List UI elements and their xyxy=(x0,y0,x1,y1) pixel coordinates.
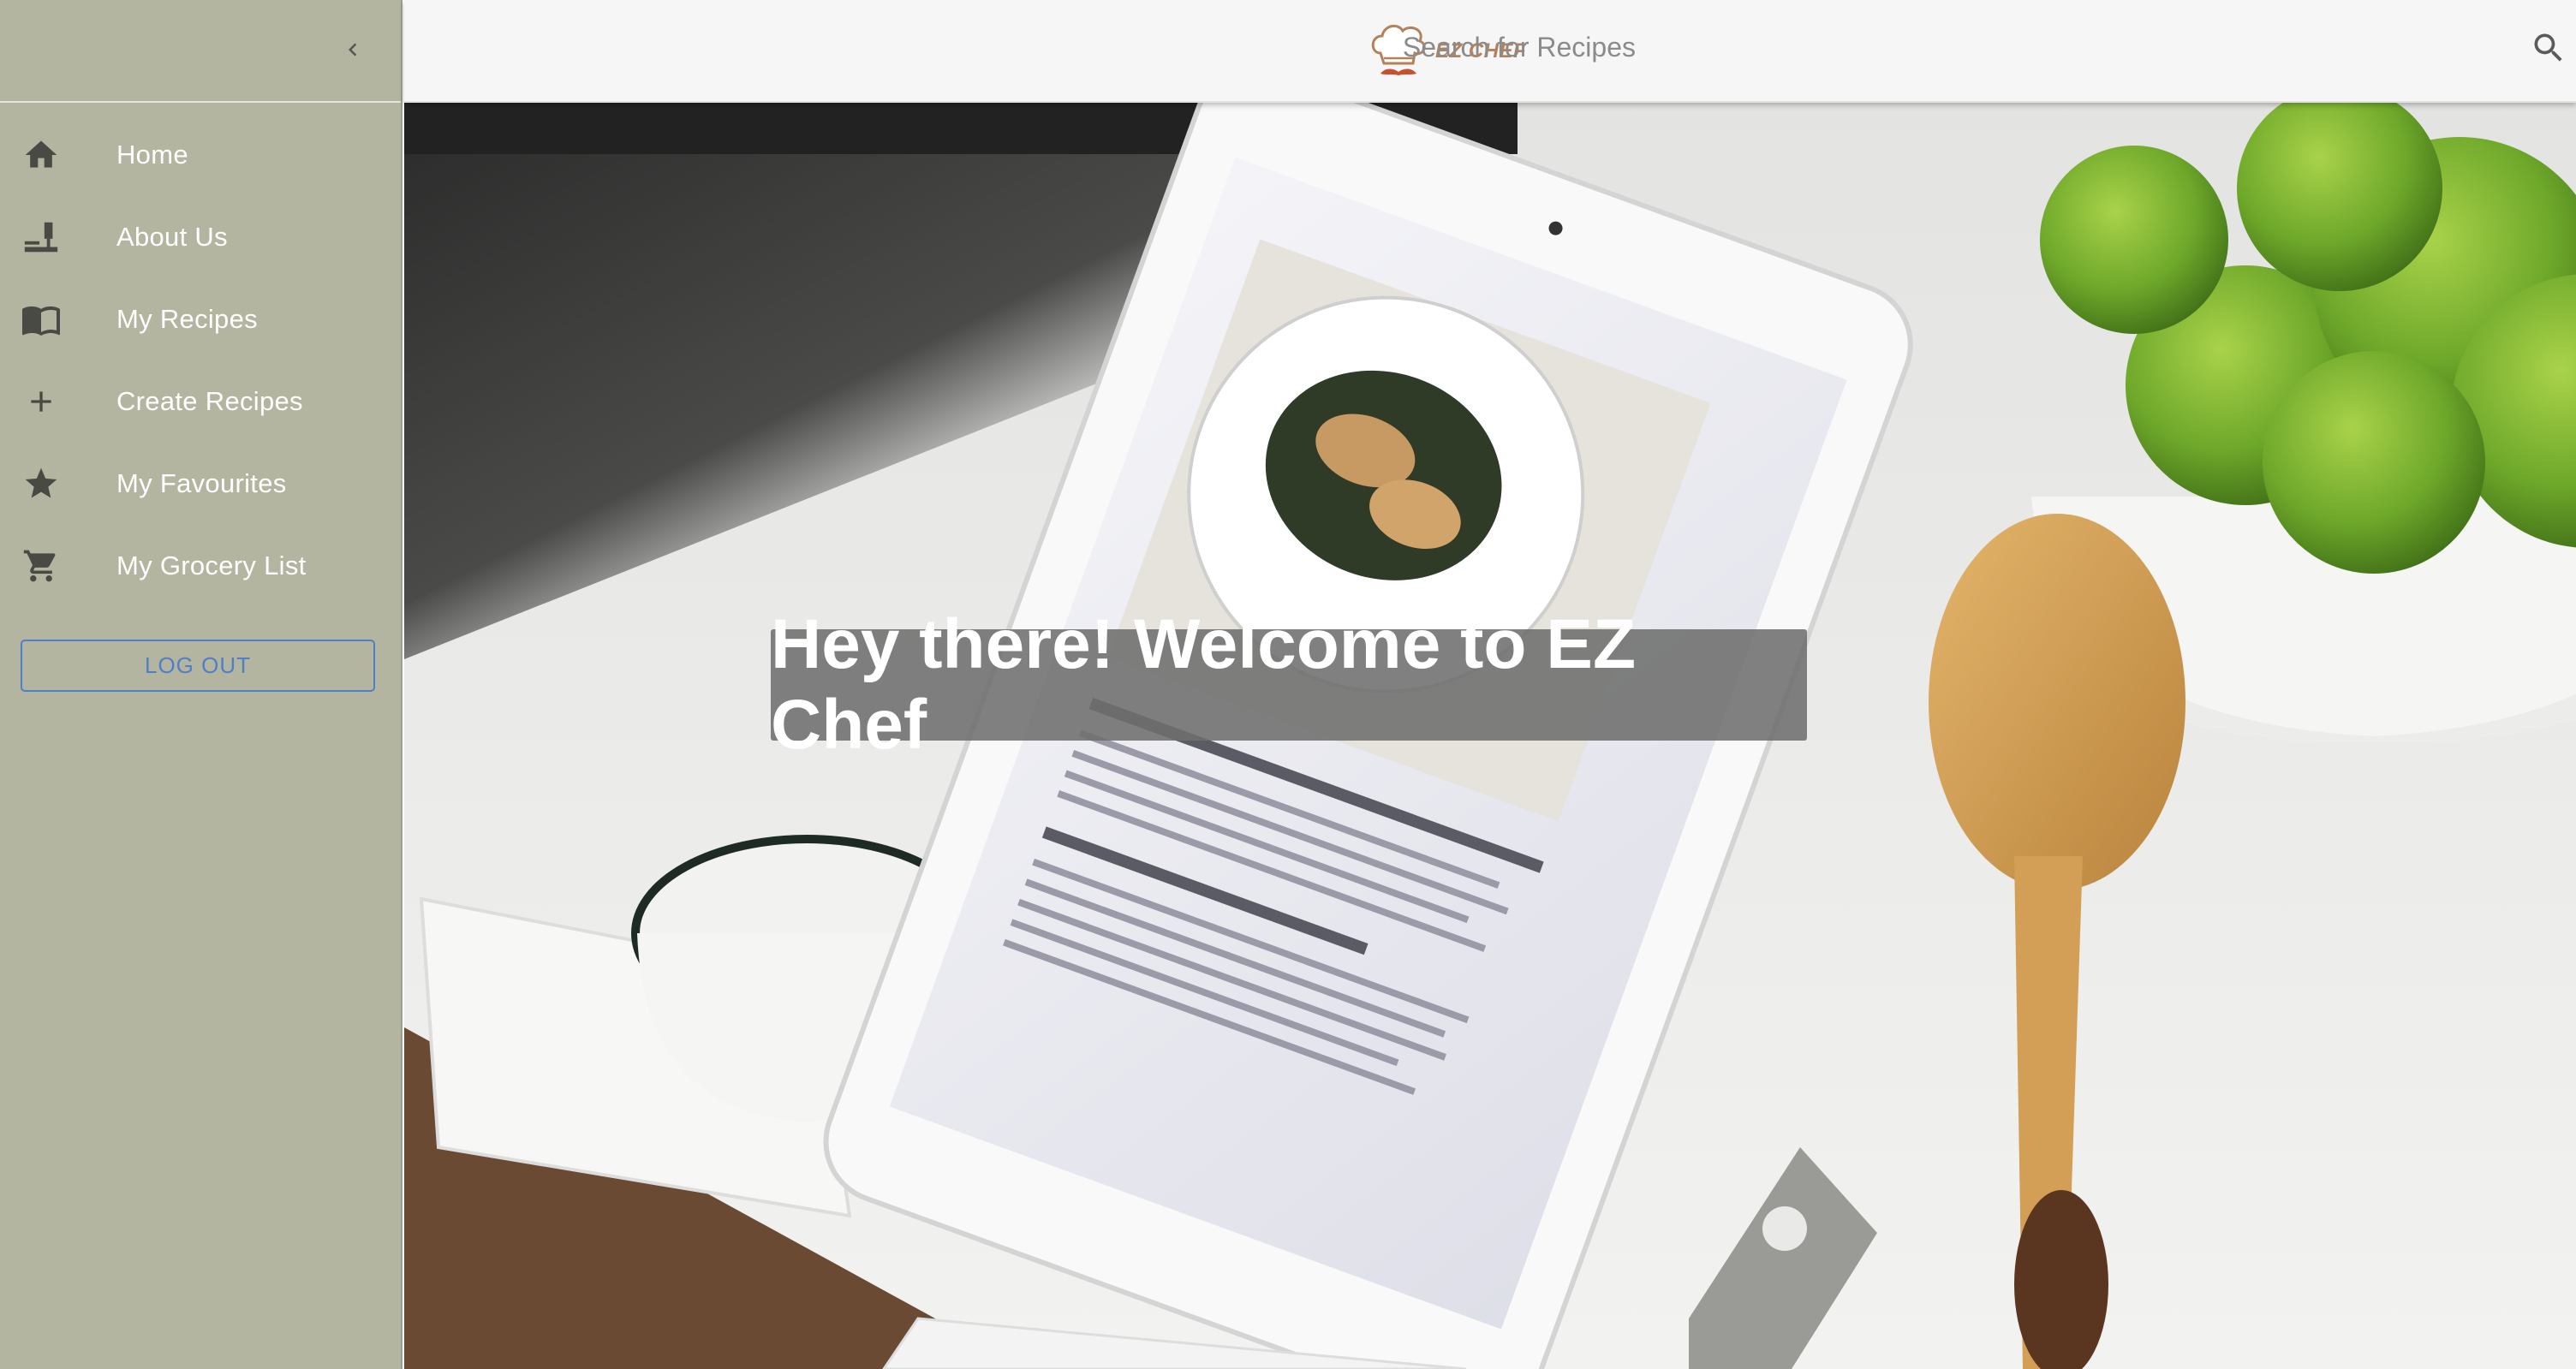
collapse-sidebar-button[interactable] xyxy=(331,27,375,72)
sidebar-item-label: My Grocery List xyxy=(116,551,307,580)
sidebar-item-label: My Recipes xyxy=(116,304,258,334)
sidebar-item-my-favourites[interactable]: My Favourites xyxy=(0,443,401,525)
welcome-heading: Hey there! Welcome to EZ Chef xyxy=(771,605,1807,764)
home-icon xyxy=(19,133,63,177)
top-bar: EZ CHEF xyxy=(404,0,2576,103)
sidebar-item-my-grocery-list[interactable]: My Grocery List xyxy=(0,525,401,607)
sidebar-item-home[interactable]: Home xyxy=(0,114,401,196)
sidebar: Home About Us My Recipes Create Recipes … xyxy=(0,0,402,1369)
star-icon xyxy=(19,461,63,506)
chef-knife-icon xyxy=(19,215,63,259)
plus-icon xyxy=(19,379,63,424)
app-root: Home About Us My Recipes Create Recipes … xyxy=(0,0,2576,1369)
sidebar-item-create-recipes[interactable]: Create Recipes xyxy=(0,360,401,443)
search-input[interactable] xyxy=(1353,22,1636,72)
cart-icon xyxy=(19,544,63,588)
hero-banner: Hey there! Welcome to EZ Chef xyxy=(404,103,2576,1369)
sidebar-item-label: My Favourites xyxy=(116,468,287,498)
sidebar-item-label: About Us xyxy=(116,222,228,252)
sidebar-item-about-us[interactable]: About Us xyxy=(0,196,401,278)
search-button[interactable] xyxy=(2525,24,2573,72)
sidebar-item-label: Create Recipes xyxy=(116,386,303,416)
sidebar-header xyxy=(0,0,401,103)
search-icon xyxy=(2534,33,2562,62)
chevron-left-icon xyxy=(349,43,357,57)
sidebar-item-my-recipes[interactable]: My Recipes xyxy=(0,278,401,360)
logout-button[interactable]: LOG OUT xyxy=(21,640,375,692)
book-icon xyxy=(19,297,63,342)
sidebar-item-label: Home xyxy=(116,140,188,170)
